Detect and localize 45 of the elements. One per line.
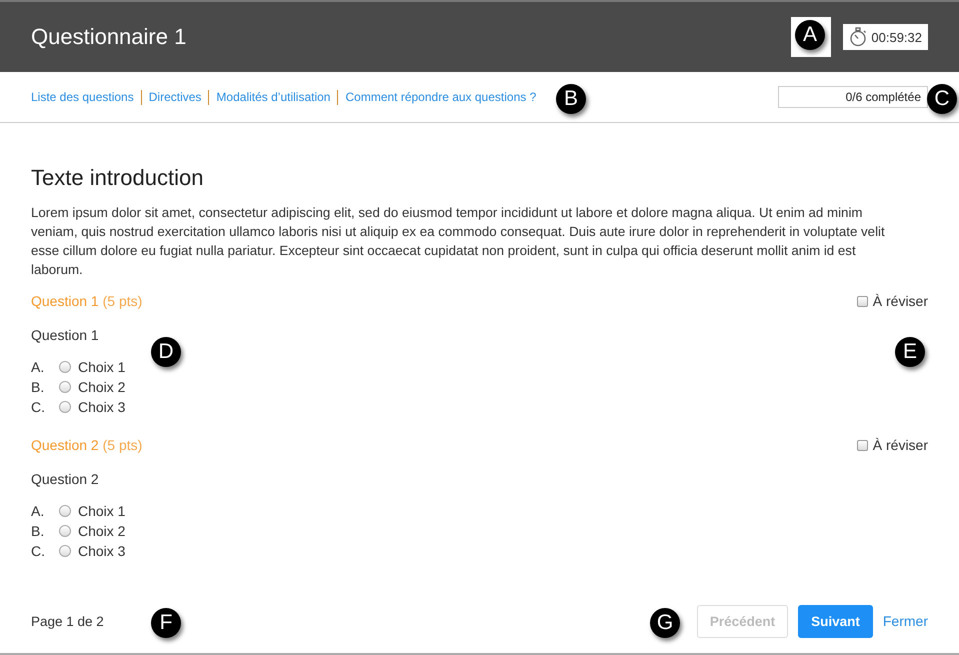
choice-label[interactable]: Choix 2 [78, 523, 126, 539]
callout-marker: C [927, 84, 957, 114]
radio-button[interactable] [59, 361, 71, 373]
choice-letter: A. [31, 359, 46, 375]
nav-link[interactable]: Liste des questions [31, 90, 134, 104]
intro-paragraph: Lorem ipsum dolor sit amet, consectetur adipiscing elit, sed do eiusmod tempor incididunt ut labore et dolore magna aliqua. Ut enim ad minim veniam, quis nostrud exercitation ullamco laboris nisi ut aliquip ex ea commodo consequat. Duis aute irure dolor in reprehenderit in voluptate velit esse cillum dolore eu fugiat nulla pariatur. Excepteur sint occaecat cupidatat non proident, sunt in culpa qui officia deserunt mollit anim id est laborum. [31, 204, 886, 279]
section-heading: Texte introduction [31, 165, 204, 191]
choice-label[interactable]: Choix 2 [78, 379, 126, 395]
choice-label[interactable]: Choix 3 [78, 399, 126, 415]
progress-indicator: 0/6 complétée [778, 86, 928, 108]
window-title: Questionnaire 1 [31, 24, 188, 50]
callout-marker: B [556, 84, 586, 114]
radio-button[interactable] [59, 505, 71, 517]
page-indicator: Page 1 de 2 [31, 614, 104, 628]
close-link[interactable]: Fermer [882, 613, 928, 629]
choice-letter: B. [31, 523, 46, 539]
choice-letter: B. [31, 379, 46, 395]
checkbox-label: À réviser [872, 437, 928, 453]
question-prompt: Question 1 [31, 327, 100, 343]
question-prompt: Question 2 [31, 471, 100, 487]
radio-button[interactable] [59, 401, 71, 413]
next-button[interactable]: Suivant [798, 604, 873, 638]
radio-button[interactable] [59, 525, 71, 537]
checkbox[interactable] [856, 440, 868, 450]
nav-link[interactable]: Comment répondre aux questions ? [345, 90, 536, 104]
timer-text: 00:59:32 [871, 30, 922, 44]
choice-letter: A. [31, 503, 46, 519]
choice-label[interactable]: Choix 1 [78, 359, 126, 375]
question-heading: Question 2 (5 pts) [31, 437, 142, 453]
checkbox[interactable] [856, 296, 868, 306]
choice-label[interactable]: Choix 3 [78, 543, 126, 559]
choice-letter: C. [31, 543, 46, 559]
stopwatch-icon [849, 27, 868, 47]
callout-marker: F [151, 608, 181, 638]
callout-marker: G [650, 608, 680, 638]
callout-marker: D [151, 337, 181, 367]
question-heading: Question 1 (5 pts) [31, 293, 142, 309]
checkbox-label: À réviser [872, 293, 928, 309]
nav-link[interactable]: Modalités d’utilisation [216, 90, 330, 104]
nav-link[interactable]: Directives [148, 90, 202, 104]
callout-marker: E [895, 337, 925, 367]
radio-button[interactable] [59, 381, 71, 393]
radio-button[interactable] [59, 545, 71, 557]
choice-letter: C. [31, 399, 46, 415]
choice-label[interactable]: Choix 1 [78, 503, 126, 519]
